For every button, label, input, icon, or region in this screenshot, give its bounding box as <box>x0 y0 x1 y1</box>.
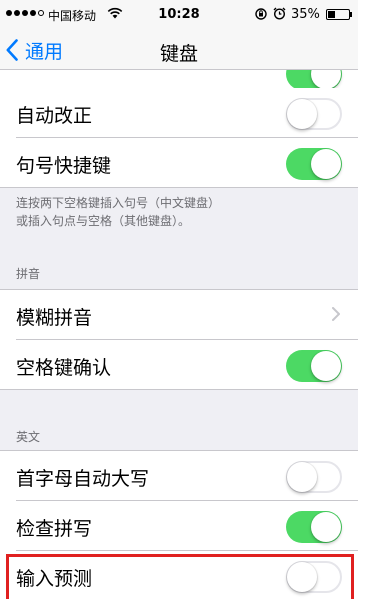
settings-screen: 中国移动 10:28 35% 通用 键盘 自动改正 句号快捷键 连按两下空格键插… <box>0 0 358 599</box>
rotation-lock-icon <box>255 8 267 20</box>
section-header-pinyin: 拼音 <box>16 267 41 281</box>
period-shortcut-footer: 连按两下空格键插入句号（中文键盘） 或插入句点与空格（其他键盘）。 <box>16 194 220 230</box>
period-shortcut-label: 句号快捷键 <box>16 155 112 177</box>
check-spelling-toggle[interactable] <box>286 511 342 543</box>
row-auto-capitalize: 首字母自动大写 <box>0 451 358 501</box>
predictive-toggle[interactable] <box>286 561 342 593</box>
navigation-bar: 通用 键盘 <box>0 30 358 70</box>
space-confirm-label: 空格键确认 <box>16 357 112 379</box>
battery-percentage: 35% <box>291 7 320 22</box>
row-space-confirm: 空格键确认 <box>0 340 358 390</box>
row-auto-correct: 自动改正 <box>0 88 358 138</box>
period-shortcut-toggle[interactable] <box>286 148 342 180</box>
footer-line-2: 或插入句点与空格（其他键盘）。 <box>16 214 191 228</box>
chevron-right-icon <box>332 307 340 321</box>
battery-icon <box>326 9 350 20</box>
status-bar: 中国移动 10:28 35% <box>0 0 358 30</box>
page-title: 键盘 <box>159 43 198 65</box>
row-predictive: 输入预测 <box>0 551 358 599</box>
row-fuzzy-pinyin[interactable]: 模糊拼音 <box>0 290 358 340</box>
auto-correct-toggle[interactable] <box>286 98 342 130</box>
alarm-icon <box>273 7 286 20</box>
row-period-shortcut: 句号快捷键 <box>0 138 358 188</box>
fuzzy-pinyin-label: 模糊拼音 <box>16 307 93 329</box>
auto-correct-label: 自动改正 <box>16 105 93 127</box>
check-spelling-label: 检查拼写 <box>16 518 93 540</box>
space-confirm-toggle[interactable] <box>286 350 342 382</box>
section-header-english: 英文 <box>16 430 41 444</box>
predictive-label: 输入预测 <box>16 568 93 590</box>
row-check-spelling: 检查拼写 <box>0 501 358 551</box>
auto-capitalize-toggle[interactable] <box>286 461 342 493</box>
auto-capitalize-label: 首字母自动大写 <box>16 468 150 490</box>
footer-line-1: 连按两下空格键插入句号（中文键盘） <box>16 196 221 210</box>
